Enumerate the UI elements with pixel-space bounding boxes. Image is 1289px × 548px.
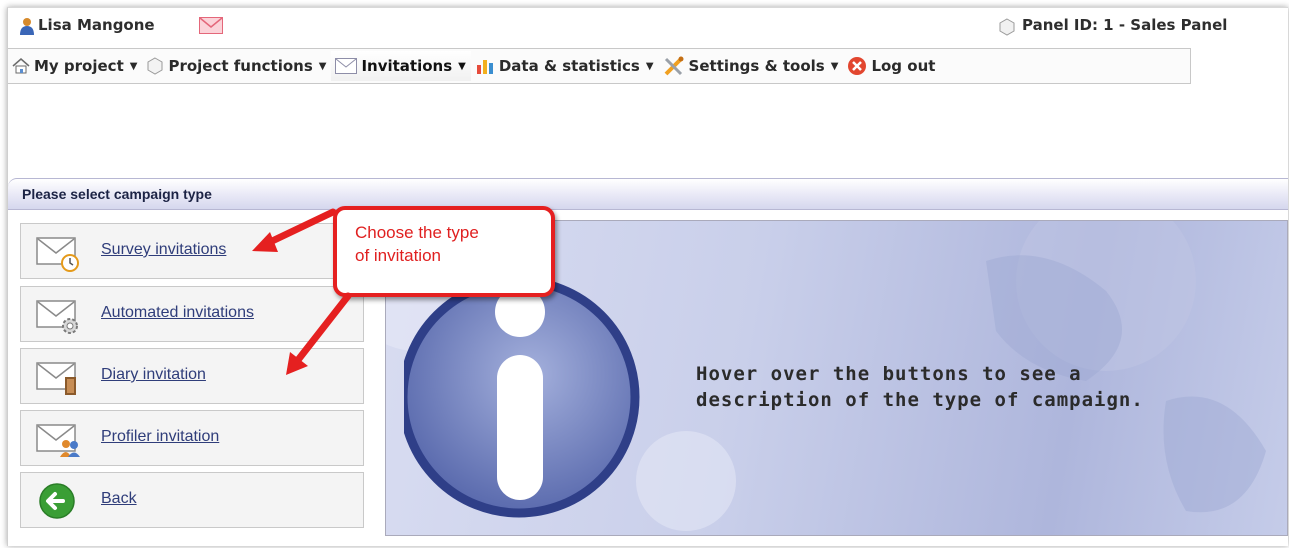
description-text: Hover over the buttons to see a descript…	[696, 361, 1144, 413]
main-menu: My project ▼ Project functions ▼ Invitatio…	[8, 48, 1191, 84]
callout-text: Choose the type of invitation	[355, 221, 479, 267]
section-title: Please select campaign type	[22, 186, 212, 202]
chevron-down-icon: ▼	[318, 60, 327, 72]
callout-line-2: of invitation	[355, 246, 441, 265]
automated-invitations-button[interactable]: Automated invitations	[20, 286, 364, 342]
automated-invitations-link[interactable]: Automated invitations	[101, 304, 254, 322]
panel-id: Panel ID: 1 - Sales Panel	[1022, 16, 1228, 34]
chevron-down-icon: ▼	[645, 60, 654, 72]
diary-invitation-button[interactable]: Diary invitation	[20, 348, 364, 404]
menu-label: Log out	[871, 57, 936, 75]
menu-label: My project	[34, 57, 124, 75]
user-icon	[20, 18, 34, 35]
diary-invitation-link[interactable]: Diary invitation	[101, 366, 206, 384]
envelope-gear-icon	[36, 300, 78, 334]
menu-data-statistics[interactable]: Data & statistics ▼	[471, 51, 659, 81]
back-button[interactable]: Back	[20, 472, 364, 528]
user-bar: Lisa Mangone Panel ID: 1 - Sales Panel	[8, 8, 1288, 44]
chevron-down-icon: ▼	[129, 60, 138, 72]
hexagon-icon	[999, 18, 1015, 36]
menu-project-functions[interactable]: Project functions ▼	[142, 51, 331, 81]
menu-invitations[interactable]: Invitations ▼	[331, 51, 471, 81]
menu-label: Settings & tools	[688, 57, 825, 75]
hexagon-icon	[147, 57, 163, 75]
survey-invitations-button[interactable]: Survey invitations	[20, 223, 364, 279]
menu-label: Data & statistics	[498, 57, 640, 75]
menu-log-out[interactable]: Log out	[843, 51, 940, 81]
back-arrow-icon	[39, 483, 75, 519]
tools-icon	[664, 56, 684, 76]
envelope-clock-icon	[36, 237, 79, 272]
envelope-icon	[335, 58, 358, 74]
description-line-1: Hover over the buttons to see a	[696, 363, 1082, 385]
info-icon	[404, 276, 640, 518]
home-icon	[12, 58, 30, 74]
menu-label: Invitations	[361, 57, 453, 75]
callout-line-1: Choose the type	[355, 223, 479, 242]
profiler-invitation-button[interactable]: Profiler invitation	[20, 410, 364, 466]
app-window: Lisa Mangone Panel ID: 1 - Sales Panel M…	[7, 7, 1288, 546]
chevron-down-icon: ▼	[458, 60, 466, 72]
envelope-people-icon	[36, 424, 80, 457]
close-circle-icon	[848, 57, 867, 75]
back-link[interactable]: Back	[101, 490, 137, 508]
chevron-down-icon: ▼	[830, 60, 839, 72]
envelope-book-icon	[36, 362, 76, 395]
annotation-callout: Choose the type of invitation	[333, 206, 555, 297]
menu-label: Project functions	[168, 57, 313, 75]
profiler-invitation-link[interactable]: Profiler invitation	[101, 428, 219, 446]
survey-invitations-link[interactable]: Survey invitations	[101, 241, 226, 259]
mail-icon[interactable]	[199, 17, 223, 34]
section-header: Please select campaign type	[8, 178, 1288, 210]
user-name[interactable]: Lisa Mangone	[38, 16, 155, 34]
menu-settings-tools[interactable]: Settings & tools ▼	[659, 51, 844, 81]
menu-my-project[interactable]: My project ▼	[8, 51, 142, 81]
chart-icon	[476, 60, 493, 74]
description-line-2: description of the type of campaign.	[696, 389, 1144, 411]
